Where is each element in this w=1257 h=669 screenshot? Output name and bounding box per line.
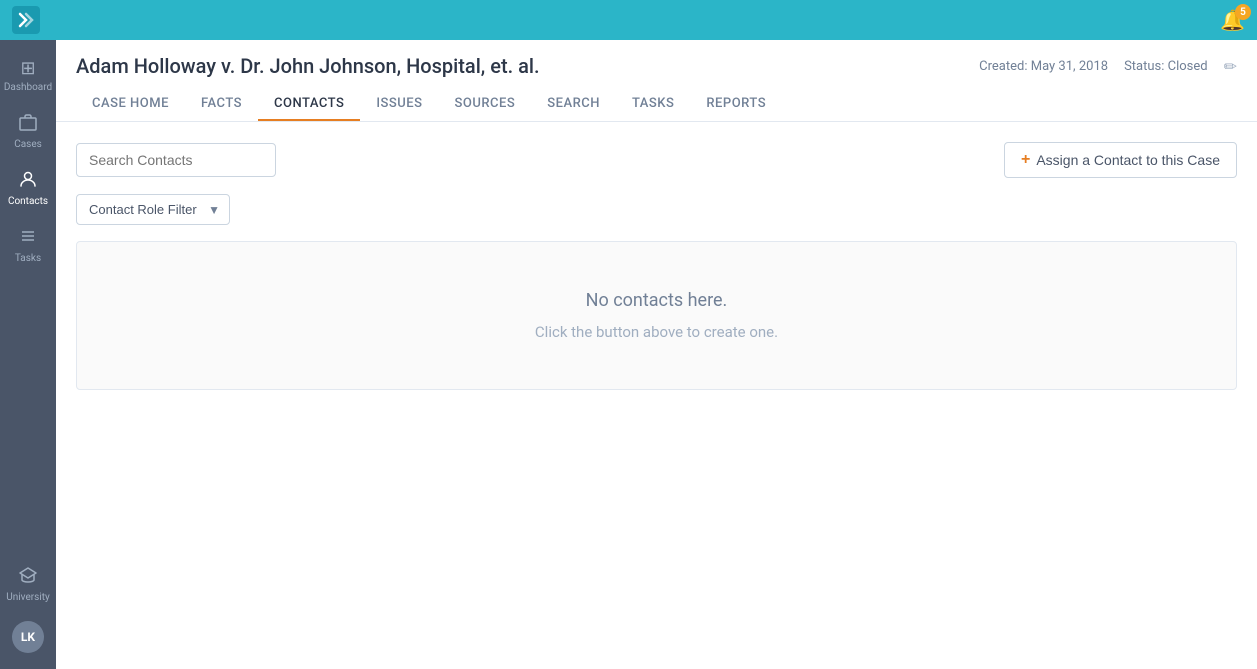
cases-icon (19, 113, 37, 136)
case-status: Status: Closed (1124, 59, 1208, 74)
filter-row: Contact Role Filter ▼ (76, 194, 1237, 225)
university-icon (19, 566, 37, 589)
role-filter-wrapper: Contact Role Filter ▼ (76, 194, 230, 225)
tab-reports[interactable]: REPORTS (690, 88, 782, 121)
edit-icon[interactable]: ✏ (1224, 57, 1237, 76)
search-input[interactable] (76, 143, 276, 177)
notification-badge: 5 (1235, 4, 1251, 20)
tab-case-home[interactable]: CASE HOME (76, 88, 185, 121)
content-area: Adam Holloway v. Dr. John Johnson, Hospi… (56, 40, 1257, 669)
case-title: Adam Holloway v. Dr. John Johnson, Hospi… (76, 54, 540, 78)
assign-button-label: Assign a Contact to this Case (1036, 152, 1220, 168)
tab-sources[interactable]: SOURCES (439, 88, 532, 121)
tab-issues[interactable]: ISSUES (360, 88, 438, 121)
tab-tasks[interactable]: TASKS (616, 88, 690, 121)
app-logo[interactable] (12, 6, 40, 34)
sidebar-label-tasks: Tasks (15, 253, 41, 264)
empty-secondary-text: Click the button above to create one. (97, 323, 1216, 341)
user-avatar[interactable]: LK (12, 621, 44, 653)
notification-bell[interactable]: 🔔 5 (1220, 8, 1245, 32)
sidebar-label-contacts: Contacts (8, 196, 48, 207)
sidebar-item-contacts[interactable]: Contacts (0, 160, 56, 217)
contact-role-filter[interactable]: Contact Role Filter (76, 194, 230, 225)
top-bar: 🔔 5 (0, 0, 1257, 40)
assign-contact-button[interactable]: + Assign a Contact to this Case (1004, 142, 1237, 178)
sidebar-item-tasks[interactable]: Tasks (0, 217, 56, 274)
tab-search[interactable]: SEARCH (531, 88, 616, 121)
sidebar-label-university: University (6, 592, 50, 603)
page-content: + Assign a Contact to this Case Contact … (56, 122, 1257, 669)
sidebar-label-dashboard: Dashboard (4, 82, 52, 93)
sidebar: ⊞ Dashboard Cases Contacts (0, 40, 56, 669)
empty-primary-text: No contacts here. (97, 290, 1216, 311)
tab-contacts[interactable]: CONTACTS (258, 88, 360, 121)
contacts-icon (19, 170, 37, 193)
sidebar-item-university[interactable]: University (2, 556, 54, 613)
plus-icon: + (1021, 151, 1030, 169)
empty-state: No contacts here. Click the button above… (76, 241, 1237, 390)
tab-facts[interactable]: FACTS (185, 88, 258, 121)
case-meta: Created: May 31, 2018 Status: Closed (979, 59, 1207, 74)
nav-tabs: CASE HOME FACTS CONTACTS ISSUES SOURCES … (76, 88, 1237, 121)
sidebar-item-cases[interactable]: Cases (0, 103, 56, 160)
case-header: Adam Holloway v. Dr. John Johnson, Hospi… (56, 40, 1257, 122)
toolbar-row: + Assign a Contact to this Case (76, 142, 1237, 178)
tasks-icon (19, 227, 37, 250)
case-created: Created: May 31, 2018 (979, 59, 1108, 74)
dashboard-icon: ⊞ (20, 58, 35, 79)
sidebar-item-dashboard[interactable]: ⊞ Dashboard (0, 48, 56, 103)
sidebar-label-cases: Cases (14, 139, 42, 150)
